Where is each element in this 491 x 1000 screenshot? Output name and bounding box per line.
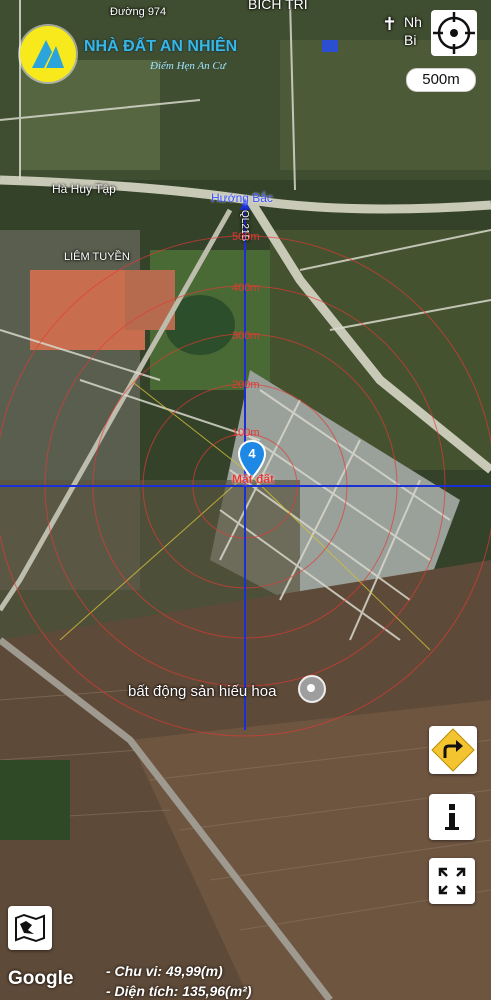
brand-slogan: Điểm Hẹn An Cư: [150, 60, 226, 72]
directions-button[interactable]: [429, 726, 477, 774]
bich-tri-label: BÍCH TRÌ: [248, 0, 308, 12]
brand-logo-icon: [32, 40, 64, 68]
brand-logo: [20, 26, 76, 82]
brand-name: NHÀ ĐẤT AN NHIÊN: [84, 38, 238, 55]
map-layers-icon: [15, 913, 45, 943]
place-nh-label: Nh: [404, 14, 422, 30]
ring-label-500: 500m: [232, 231, 260, 243]
marker-label: Mặt đất: [232, 472, 274, 486]
liem-tuyen-label: LIÊM TUYỀN: [64, 251, 130, 263]
directions-arrow-icon: [431, 728, 475, 772]
compass-target-button[interactable]: [431, 10, 477, 56]
compass-target-icon: [433, 12, 475, 54]
info-icon: [445, 804, 459, 830]
perimeter-text: - Chu vi: 49,99(m): [106, 963, 223, 979]
marker-number: 4: [248, 446, 256, 461]
poi-pin-icon[interactable]: [298, 675, 326, 703]
place-bi-label: Bi: [404, 32, 417, 48]
road-974-label: Đường 974: [110, 6, 167, 18]
satellite-map[interactable]: [0, 0, 491, 1000]
fullscreen-icon: [438, 867, 466, 895]
poi-label: bất động sản hiếu hoa: [128, 683, 277, 700]
scale-badge: 500m: [406, 68, 476, 92]
church-icon: ✝: [382, 14, 398, 34]
ha-huy-tap-label: Hà Huy Tập: [52, 182, 116, 196]
ring-label-400: 400m: [232, 282, 260, 294]
fullscreen-button[interactable]: [429, 858, 475, 904]
ring-label-100: 100m: [232, 427, 260, 439]
ring-label-300: 300m: [232, 330, 260, 342]
north-direction-label: Hướng Bắc: [211, 191, 273, 205]
map-layers-button[interactable]: [8, 906, 52, 950]
ring-label-200: 200m: [232, 379, 260, 391]
area-text: - Diện tích: 135,96(m²): [106, 983, 252, 999]
info-button[interactable]: [429, 794, 475, 840]
google-attribution: Google: [8, 968, 74, 989]
